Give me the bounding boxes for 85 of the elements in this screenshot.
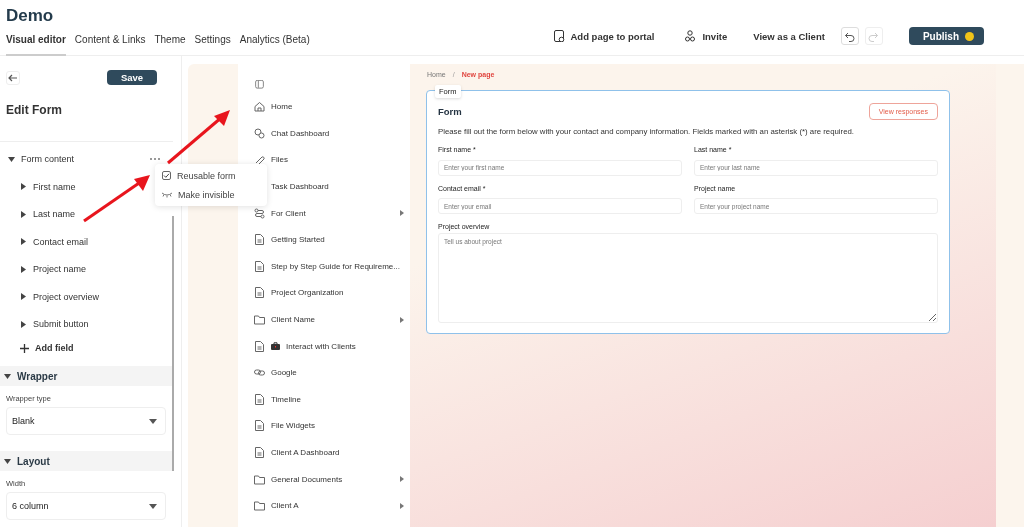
caret-right-icon — [20, 210, 27, 218]
tree-item[interactable]: First name — [0, 177, 76, 196]
caret-right-icon — [20, 238, 27, 245]
caret-right-icon — [400, 210, 404, 217]
home-icon — [254, 101, 265, 113]
document-icon — [254, 260, 265, 272]
redo-icon — [868, 30, 880, 42]
annotation-arrow — [166, 107, 232, 165]
caret-right-icon — [20, 293, 27, 300]
tree-item[interactable]: Contact email — [0, 232, 89, 251]
tree-item[interactable]: Last name — [0, 205, 76, 223]
menu-item[interactable]: Reusable form — [155, 167, 267, 184]
add-field-button[interactable]: Add field — [0, 340, 74, 356]
nav-item[interactable]: Files — [254, 154, 404, 166]
nav-item[interactable]: For Client — [254, 207, 404, 219]
tab[interactable]: Theme — [154, 30, 186, 56]
portal-icon — [552, 30, 565, 42]
nav-item[interactable]: Google — [254, 367, 404, 379]
dropdown[interactable]: 6 column — [6, 492, 166, 520]
route-icon — [254, 207, 265, 219]
document-icon — [254, 447, 265, 458]
caret-down-icon — [8, 155, 15, 163]
scrollbar[interactable] — [172, 216, 174, 471]
folder-icon — [254, 473, 265, 485]
briefcase-icon — [271, 342, 280, 351]
closed-eye-icon — [162, 191, 172, 198]
app-title: Demo — [6, 5, 55, 27]
nav-item[interactable]: Client Name — [254, 314, 404, 325]
people-icon — [684, 30, 697, 42]
view-as-client-button[interactable]: View as a Client — [743, 27, 835, 45]
section-header[interactable]: Layout — [0, 451, 174, 471]
section-header[interactable]: Wrapper — [0, 366, 174, 386]
caret-right-icon — [400, 502, 404, 509]
tab[interactable]: Analytics (Beta) — [239, 30, 310, 56]
caret-right-icon — [20, 320, 27, 328]
nav-item[interactable]: Timeline — [254, 394, 404, 405]
invite-button[interactable]: Invite — [674, 27, 738, 45]
undo-icon — [844, 30, 856, 42]
nav-item[interactable]: Step by Step Guide for Requireme... — [254, 261, 404, 272]
caret-down-icon — [149, 418, 157, 424]
publish-button[interactable]: Publish — [908, 27, 984, 45]
tree-item[interactable]: Form content — [8, 150, 75, 168]
sidebar-toggle-icon[interactable] — [254, 80, 265, 89]
tree-item[interactable]: Project overview — [0, 287, 100, 306]
link-icon — [254, 367, 265, 379]
panel-heading: Edit Form — [5, 102, 63, 119]
folder-icon — [254, 314, 265, 326]
tab[interactable]: Visual editor — [6, 30, 66, 56]
nav-item[interactable]: Interact with Clients — [254, 340, 404, 352]
plus-icon — [20, 343, 29, 353]
back-button[interactable] — [6, 70, 20, 85]
paperclip-icon — [254, 154, 265, 166]
nav-item[interactable]: General Documents — [254, 473, 404, 485]
document-icon — [254, 234, 265, 246]
undo-button[interactable] — [840, 27, 859, 45]
caret-right-icon — [20, 183, 27, 190]
dropdown[interactable]: Blank — [6, 407, 166, 435]
nav-item[interactable]: Getting Started — [254, 234, 404, 246]
nav-item[interactable]: Client A — [254, 500, 404, 511]
nav-item[interactable]: Client A Dashboard — [254, 447, 404, 458]
nav-item[interactable]: Project Organization — [254, 287, 404, 299]
document-icon — [254, 287, 265, 299]
nav-item[interactable]: Home — [254, 101, 404, 113]
nav-item[interactable]: Chat Dashboard — [254, 128, 404, 139]
caret-down-icon — [4, 457, 11, 465]
caret-right-icon — [20, 265, 27, 273]
caret-down-icon — [149, 503, 157, 509]
nav-item[interactable]: File Widgets — [254, 420, 404, 432]
tab[interactable]: Content & Links — [74, 30, 146, 56]
more-icon[interactable] — [149, 157, 161, 161]
checkbox[interactable] — [162, 171, 171, 180]
chat-icon — [254, 127, 265, 139]
caret-right-icon — [400, 316, 404, 323]
add-page-button[interactable]: Add page to portal — [542, 27, 665, 45]
document-icon — [254, 340, 265, 352]
save-button[interactable]: Save — [107, 70, 157, 85]
tree-item[interactable]: Project name — [0, 260, 87, 278]
tab[interactable]: Settings — [194, 30, 231, 56]
document-icon — [254, 393, 265, 405]
document-icon — [254, 420, 265, 432]
caret-right-icon — [400, 476, 404, 483]
caret-down-icon — [4, 372, 11, 380]
tree-item[interactable]: Submit button — [0, 315, 89, 333]
form-title: Form — [438, 106, 462, 117]
folder-icon — [254, 500, 265, 512]
